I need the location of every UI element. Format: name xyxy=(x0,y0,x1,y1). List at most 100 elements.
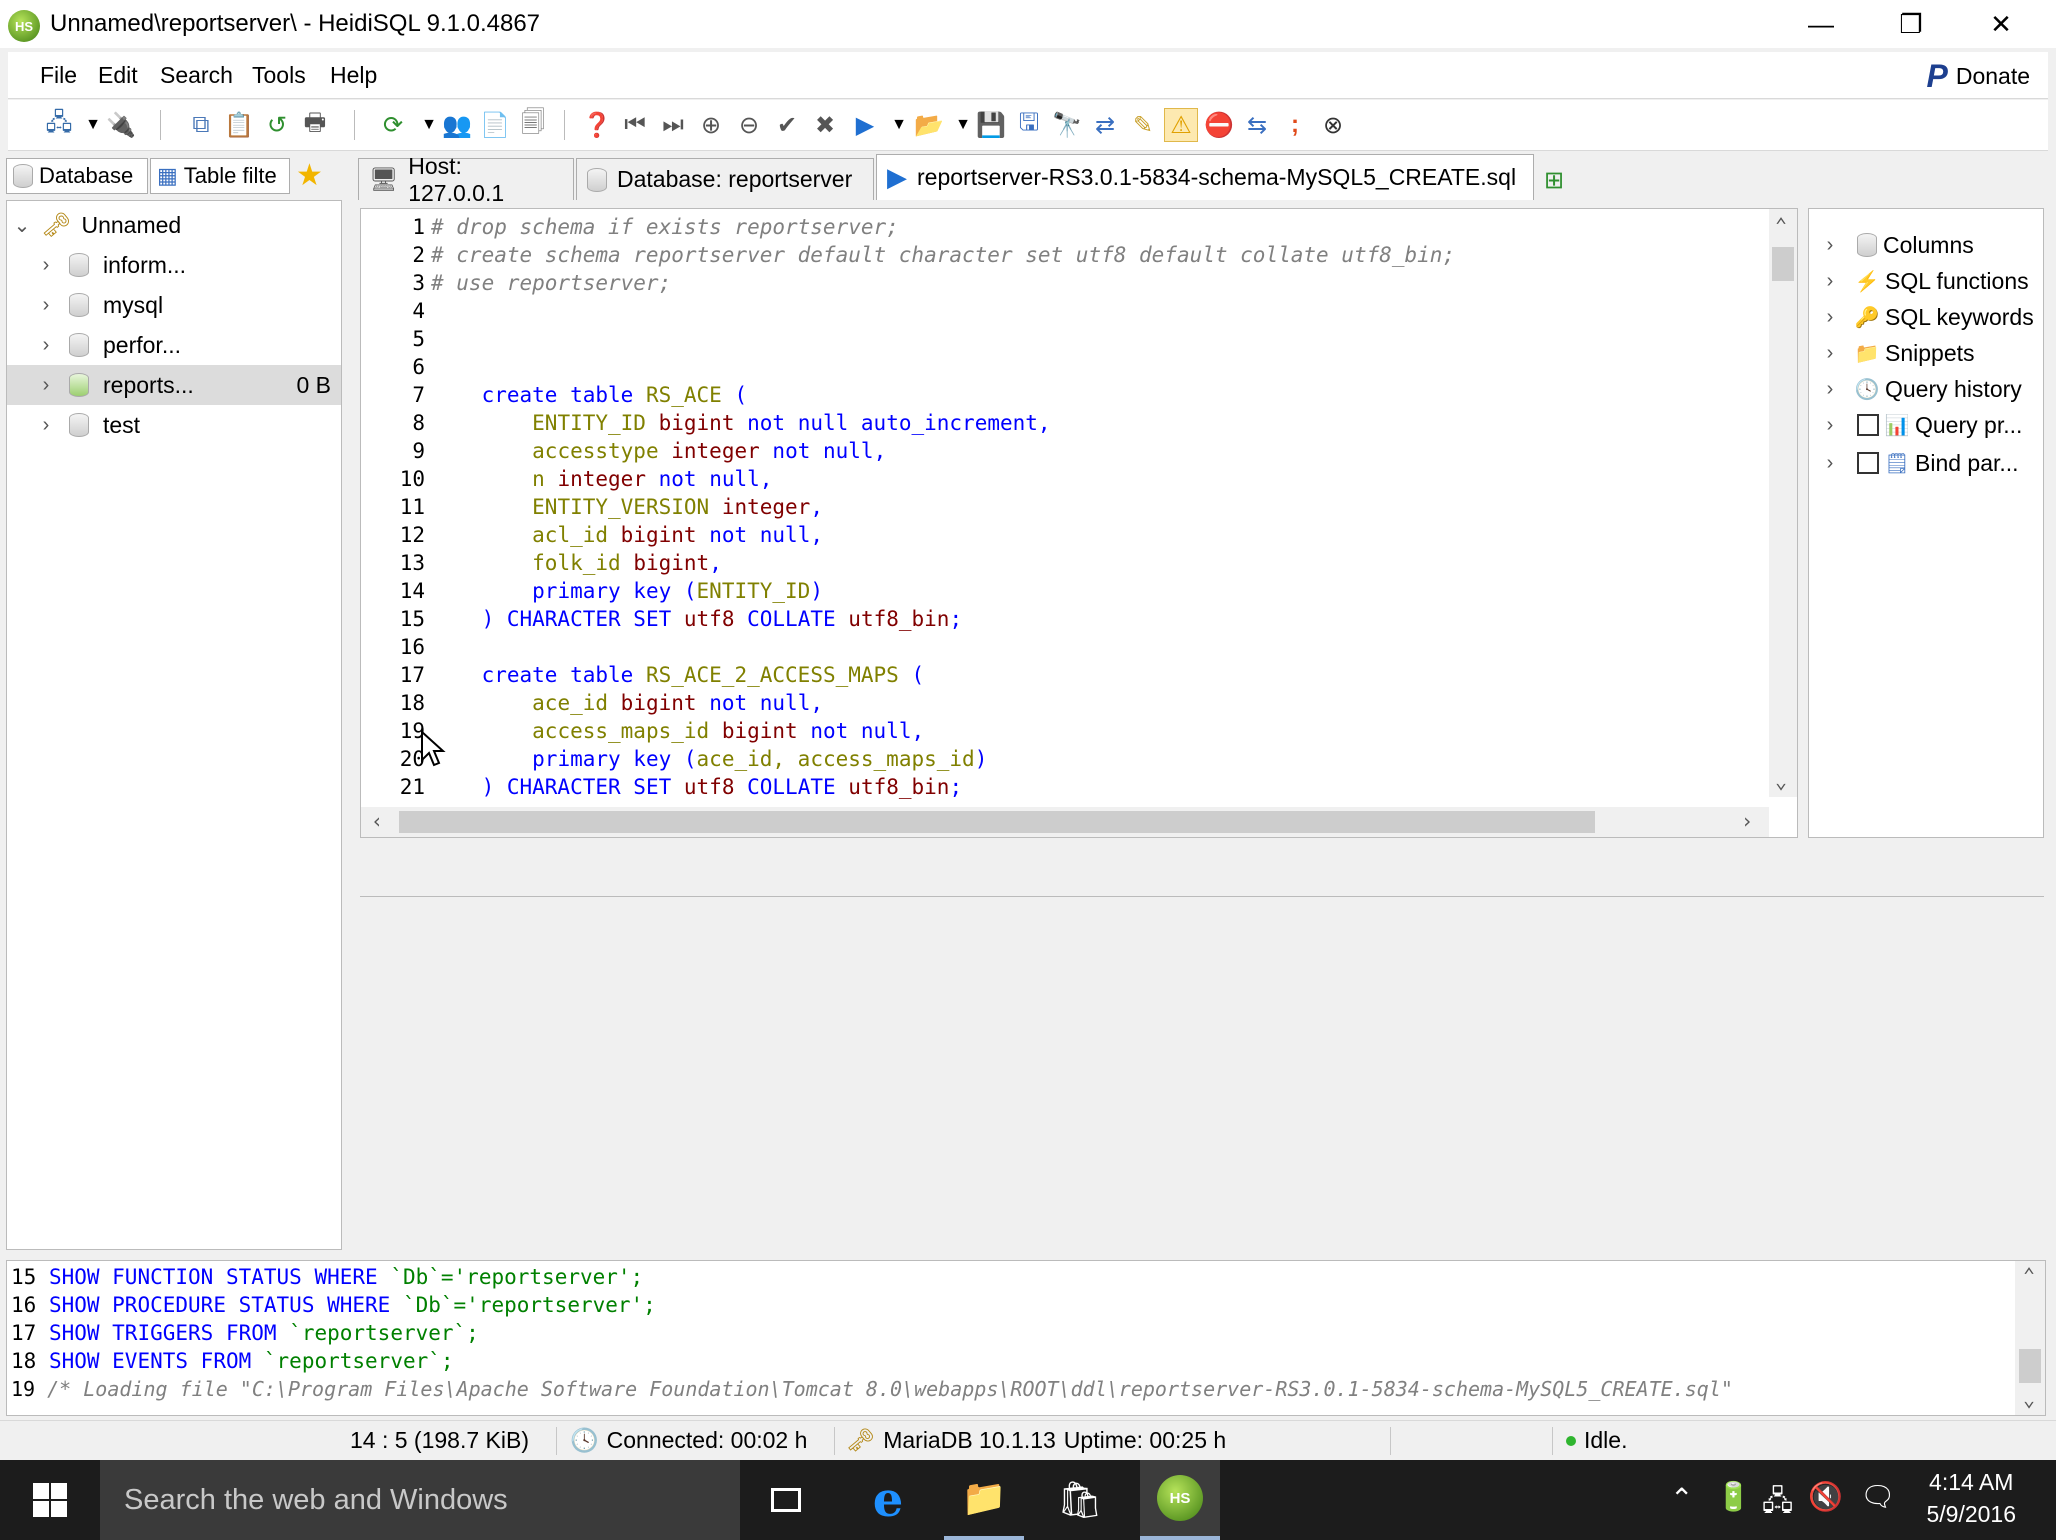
editor-vertical-scrollbar[interactable]: ⌃ ⌄ xyxy=(1769,209,1797,797)
tree-item-test[interactable]: › test xyxy=(7,405,341,445)
chevron-right-icon[interactable]: › xyxy=(1821,414,1839,437)
sql-log-panel[interactable]: 15 SHOW FUNCTION STATUS WHERE `Db`='repo… xyxy=(6,1260,2046,1416)
close-button[interactable]: ✕ xyxy=(1956,0,2046,48)
cancel-query-icon[interactable]: ⊗ xyxy=(1316,108,1350,142)
scroll-up-arrow-icon[interactable]: ⌃ xyxy=(2023,1263,2035,1287)
disconnect-icon[interactable]: 🔌 xyxy=(104,108,138,142)
scroll-right-arrow-icon[interactable]: › xyxy=(1741,809,1753,833)
helper-query-profile[interactable]: › 📊 Query pr... xyxy=(1809,407,2045,443)
favorite-star-icon[interactable]: ★ xyxy=(296,158,323,193)
tab-host[interactable]: 🖥 Host: 127.0.0.1 xyxy=(358,153,574,206)
bind-parameters-checkbox[interactable] xyxy=(1857,452,1879,474)
scroll-down-arrow-icon[interactable]: ⌄ xyxy=(2023,1387,2035,1411)
chevron-down-icon[interactable]: ▼ xyxy=(882,108,916,142)
print-icon[interactable]: 🖶 xyxy=(298,108,332,142)
helper-columns[interactable]: › Columns xyxy=(1809,227,2045,263)
helper-query-history[interactable]: › 🕓 Query history xyxy=(1809,371,2045,407)
wrap-icon[interactable]: ⇆ xyxy=(1240,108,1274,142)
edge-browser-icon[interactable]: e xyxy=(848,1460,928,1540)
maximize-button[interactable]: ❐ xyxy=(1866,0,1956,48)
scroll-thumb[interactable] xyxy=(2019,1349,2041,1383)
chevron-down-icon[interactable]: ⌄ xyxy=(13,213,31,238)
battery-icon[interactable]: 🔋 xyxy=(1716,1480,1751,1513)
chevron-right-icon[interactable]: › xyxy=(1821,234,1839,257)
heidisql-taskbar-icon[interactable]: HS xyxy=(1140,1460,1220,1540)
chevron-right-icon[interactable]: › xyxy=(1821,342,1839,365)
scroll-thumb[interactable] xyxy=(399,811,1595,833)
scroll-thumb[interactable] xyxy=(1772,247,1794,281)
donate-button[interactable]: P Donate xyxy=(1926,58,2030,95)
chevron-right-icon[interactable]: › xyxy=(37,414,55,437)
taskbar-clock[interactable]: 4:14 AM 5/9/2016 xyxy=(1926,1466,2016,1530)
tab-database[interactable]: Database xyxy=(6,158,148,194)
help-icon[interactable]: ❓ xyxy=(580,108,614,142)
chevron-up-icon[interactable]: ⌃ xyxy=(1670,1482,1693,1515)
tree-item-reportserver[interactable]: › reports... 0 B xyxy=(7,365,341,405)
menu-search[interactable]: Search xyxy=(160,62,233,89)
last-record-icon[interactable]: ⏭ xyxy=(656,108,690,142)
warning-icon[interactable]: ⚠ xyxy=(1164,108,1198,142)
menu-edit[interactable]: Edit xyxy=(98,62,138,89)
save-icon[interactable]: 💾 xyxy=(974,108,1008,142)
first-record-icon[interactable]: ⏮ xyxy=(618,108,652,142)
code-area[interactable]: # drop schema if exists reportserver; # … xyxy=(431,213,1761,801)
tree-item-information-schema[interactable]: › inform... xyxy=(7,245,341,285)
run-query-icon[interactable]: ▶ xyxy=(848,108,882,142)
network-icon[interactable]: 🖧 xyxy=(1762,1480,1793,1528)
cancel-x-icon[interactable]: ✖ xyxy=(808,108,842,142)
file-explorer-icon[interactable]: 📁 xyxy=(944,1460,1024,1540)
import-icon[interactable]: 🗐 xyxy=(516,108,550,142)
taskbar-search-box[interactable]: Search the web and Windows xyxy=(100,1460,740,1540)
copy-icon[interactable]: ⧉ xyxy=(184,108,218,142)
menu-file[interactable]: File xyxy=(40,62,77,89)
tree-root[interactable]: ⌄ 🗝 Unnamed xyxy=(7,205,341,245)
chevron-right-icon[interactable]: › xyxy=(37,334,55,357)
replace-icon[interactable]: ⇄ xyxy=(1088,108,1122,142)
log-vertical-scrollbar[interactable]: ⌃ ⌄ xyxy=(2015,1261,2045,1415)
minimize-button[interactable]: — xyxy=(1776,0,1866,48)
save-as-icon[interactable]: 🖫 xyxy=(1012,108,1046,142)
scroll-left-arrow-icon[interactable]: ‹ xyxy=(371,809,383,833)
volume-muted-icon[interactable]: 🔇 xyxy=(1808,1480,1843,1513)
chevron-right-icon[interactable]: › xyxy=(1821,270,1839,293)
post-check-icon[interactable]: ✔ xyxy=(770,108,804,142)
chevron-right-icon[interactable]: › xyxy=(37,374,55,397)
insert-record-icon[interactable]: ⊕ xyxy=(694,108,728,142)
new-query-tab-icon[interactable]: ⊞ xyxy=(1544,166,1564,195)
chevron-right-icon[interactable]: › xyxy=(1821,378,1839,401)
tab-table-filter[interactable]: ▦ Table filte xyxy=(150,158,290,194)
find-icon[interactable]: 🔭 xyxy=(1050,108,1084,142)
editor-horizontal-scrollbar[interactable]: ‹ › xyxy=(361,807,1769,837)
paste-icon[interactable]: 📋 xyxy=(222,108,256,142)
helper-sql-functions[interactable]: › ⚡ SQL functions xyxy=(1809,263,2045,299)
chevron-right-icon[interactable]: › xyxy=(37,294,55,317)
scroll-up-arrow-icon[interactable]: ⌃ xyxy=(1775,213,1787,237)
helper-sql-keywords[interactable]: › 🔑 SQL keywords xyxy=(1809,299,2045,335)
tree-item-performance-schema[interactable]: › perfor... xyxy=(7,325,341,365)
menu-help[interactable]: Help xyxy=(330,62,377,89)
refresh-icon[interactable]: ⟳ xyxy=(376,108,410,142)
semicolon-icon[interactable]: ; xyxy=(1278,108,1312,142)
undo-icon[interactable]: ↺ xyxy=(260,108,294,142)
query-profile-checkbox[interactable] xyxy=(1857,414,1879,436)
menu-tools[interactable]: Tools xyxy=(252,62,306,89)
tab-query[interactable]: ▶ reportserver-RS3.0.1-5834-schema-MySQL… xyxy=(876,154,1534,200)
sql-editor[interactable]: 1 2 3 4 5 6 7 8 9 10 11 12 13 14 15 16 1… xyxy=(360,208,1798,838)
scroll-down-arrow-icon[interactable]: ⌄ xyxy=(1775,769,1787,793)
format-sql-icon[interactable]: ✎ xyxy=(1126,108,1160,142)
chevron-right-icon[interactable]: › xyxy=(1821,306,1839,329)
action-center-icon[interactable]: 🗨 xyxy=(1860,1480,1896,1513)
task-view-icon[interactable] xyxy=(746,1460,826,1540)
chevron-right-icon[interactable]: › xyxy=(37,254,55,277)
store-icon[interactable]: 🛍 xyxy=(1040,1460,1120,1540)
tree-item-mysql[interactable]: › mysql xyxy=(7,285,341,325)
tab-database-main[interactable]: Database: reportserver xyxy=(576,158,874,200)
export-icon[interactable]: 📄 xyxy=(478,108,512,142)
connect-icon[interactable]: 🖧 xyxy=(42,108,76,142)
start-button[interactable] xyxy=(0,1460,100,1540)
chevron-right-icon[interactable]: › xyxy=(1821,452,1839,475)
helper-snippets[interactable]: › 📁 Snippets xyxy=(1809,335,2045,371)
open-file-icon[interactable]: 📂 xyxy=(912,108,946,142)
stop-on-error-icon[interactable]: ⛔ xyxy=(1202,108,1236,142)
user-manager-icon[interactable]: 👥 xyxy=(440,108,474,142)
